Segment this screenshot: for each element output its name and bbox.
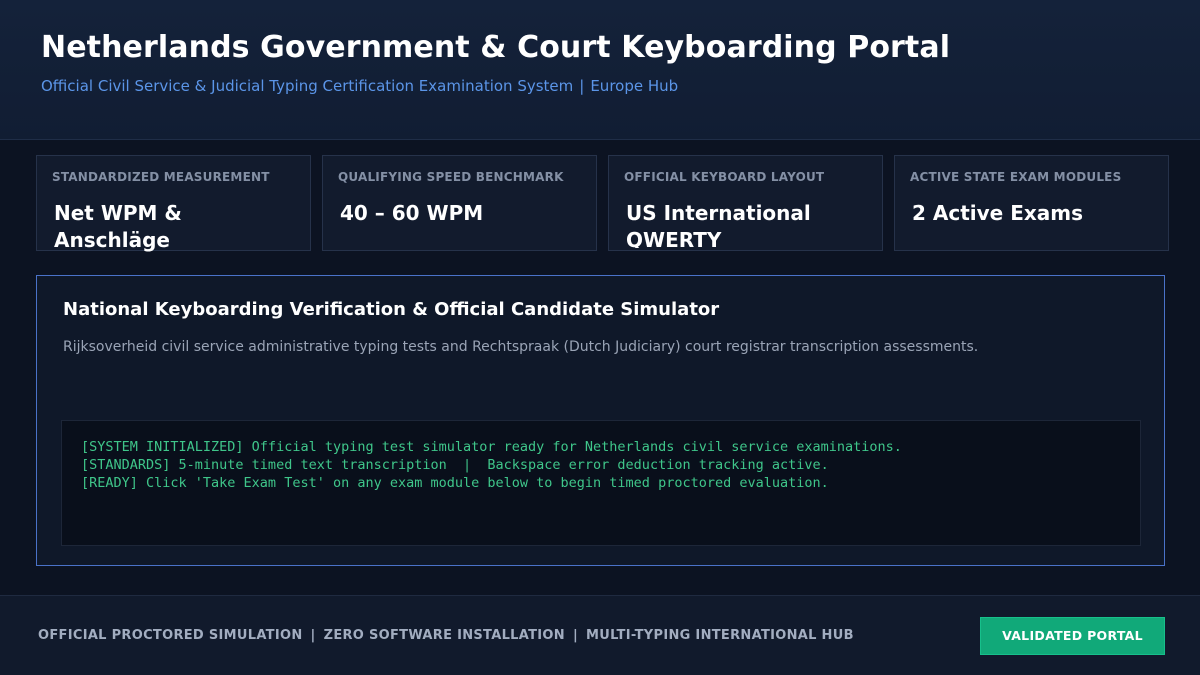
footer-separator: | [572,628,578,643]
stat-label: ACTIVE STATE EXAM MODULES [910,170,1122,184]
subtitle-system: Official Civil Service & Judicial Typing… [41,77,574,95]
console-line: [STANDARDS] 5-minute timed text transcri… [81,457,829,473]
stat-card-exam-modules: ACTIVE STATE EXAM MODULES 2 Active Exams [894,155,1169,251]
footer-tag: OFFICIAL PROCTORED SIMULATION [38,628,303,643]
footer-separator: | [310,628,316,643]
system-console: [SYSTEM INITIALIZED] Official typing tes… [61,420,1141,546]
console-line: [READY] Click 'Take Exam Test' on any ex… [81,475,829,491]
validated-portal-button[interactable]: VALIDATED PORTAL [980,617,1165,655]
simulator-title: National Keyboarding Verification & Offi… [63,299,720,320]
stat-value: US International QWERTY [626,201,811,248]
stat-card-benchmark: QUALIFYING SPEED BENCHMARK 40 – 60 WPM [322,155,597,251]
footer-tag: MULTI-TYPING INTERNATIONAL HUB [586,628,854,643]
console-line: [SYSTEM INITIALIZED] Official typing tes… [81,439,902,455]
subtitle-region: Europe Hub [590,77,679,95]
simulator-panel: National Keyboarding Verification & Offi… [36,275,1165,566]
page-footer: OFFICIAL PROCTORED SIMULATION | ZERO SOFTW… [0,595,1200,675]
page-subtitle: Official Civil Service & Judicial Typing… [41,77,678,95]
stat-label: OFFICIAL KEYBOARD LAYOUT [624,170,825,184]
stat-label: STANDARDIZED MEASUREMENT [52,170,270,184]
page-title: Netherlands Government & Court Keyboardi… [41,30,951,65]
footer-tags: OFFICIAL PROCTORED SIMULATION | ZERO SOFTW… [38,628,854,643]
stat-value: Net WPM & Anschläge [54,201,182,252]
subtitle-separator: | [579,77,585,95]
footer-tag: ZERO SOFTWARE INSTALLATION [323,628,565,643]
stat-card-keyboard-layout: OFFICIAL KEYBOARD LAYOUT US Internationa… [608,155,883,251]
stat-value: 2 Active Exams [912,201,1083,225]
stat-card-measurement: STANDARDIZED MEASUREMENT Net WPM & Ansch… [36,155,311,252]
portal-page: Netherlands Government & Court Keyboardi… [0,0,1200,675]
stat-label: QUALIFYING SPEED BENCHMARK [338,170,564,184]
simulator-description: Rijksoverheid civil service administrati… [63,339,979,355]
page-header: Netherlands Government & Court Keyboardi… [0,0,1200,140]
stat-value: 40 – 60 WPM [340,201,484,225]
